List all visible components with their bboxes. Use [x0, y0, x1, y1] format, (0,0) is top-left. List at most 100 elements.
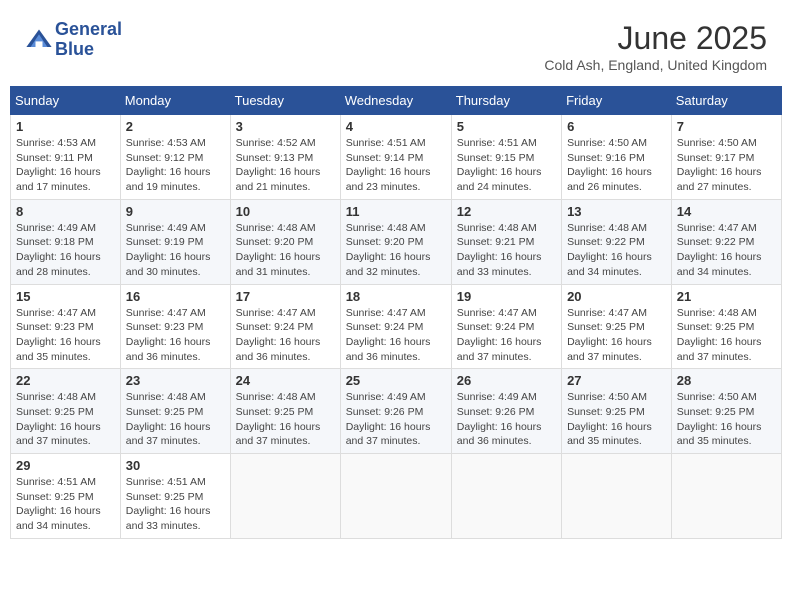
day-number: 7 [677, 119, 776, 134]
calendar-cell: 24 Sunrise: 4:48 AM Sunset: 9:25 PM Dayli… [230, 369, 340, 454]
calendar-table: SundayMondayTuesdayWednesdayThursdayFrid… [10, 86, 782, 539]
calendar-cell: 5Sunrise: 4:51 AM Sunset: 9:15 PM Daylig… [451, 115, 561, 200]
day-info: Sunrise: 4:51 AM Sunset: 9:15 PM Dayligh… [457, 136, 556, 195]
calendar-header-monday: Monday [120, 87, 230, 115]
calendar-cell: 9Sunrise: 4:49 AM Sunset: 9:19 PM Daylig… [120, 199, 230, 284]
day-info: Sunrise: 4:50 AM Sunset: 9:16 PM Dayligh… [567, 136, 666, 195]
calendar-cell: 20 Sunrise: 4:47 AM Sunset: 9:25 PM Dayli… [562, 284, 672, 369]
day-number: 16 [126, 289, 225, 304]
calendar-header-wednesday: Wednesday [340, 87, 451, 115]
day-number: 3 [236, 119, 335, 134]
calendar-cell: 10 Sunrise: 4:48 AM Sunset: 9:20 PM Dayli… [230, 199, 340, 284]
day-number: 23 [126, 373, 225, 388]
day-info: Sunrise: 4:47 AM Sunset: 9:23 PM Dayligh… [126, 306, 225, 365]
calendar-week-4: 22 Sunrise: 4:48 AM Sunset: 9:25 PM Dayli… [11, 369, 782, 454]
calendar-cell: 1 Sunrise: 4:53 AM Sunset: 9:11 PM Daylig… [11, 115, 121, 200]
calendar-cell: 28 Sunrise: 4:50 AM Sunset: 9:25 PM Dayli… [671, 369, 781, 454]
calendar-cell: 26Sunrise: 4:49 AM Sunset: 9:26 PM Dayli… [451, 369, 561, 454]
calendar-header-tuesday: Tuesday [230, 87, 340, 115]
day-number: 8 [16, 204, 115, 219]
day-number: 11 [346, 204, 446, 219]
day-info: Sunrise: 4:49 AM Sunset: 9:26 PM Dayligh… [346, 390, 446, 449]
calendar-cell: 25 Sunrise: 4:49 AM Sunset: 9:26 PM Dayli… [340, 369, 451, 454]
calendar-cell: 15 Sunrise: 4:47 AM Sunset: 9:23 PM Dayli… [11, 284, 121, 369]
calendar-week-1: 1 Sunrise: 4:53 AM Sunset: 9:11 PM Daylig… [11, 115, 782, 200]
day-number: 15 [16, 289, 115, 304]
day-info: Sunrise: 4:48 AM Sunset: 9:21 PM Dayligh… [457, 221, 556, 280]
calendar-cell: 2 Sunrise: 4:53 AM Sunset: 9:12 PM Daylig… [120, 115, 230, 200]
calendar-cell: 12 Sunrise: 4:48 AM Sunset: 9:21 PM Dayli… [451, 199, 561, 284]
calendar-cell: 30 Sunrise: 4:51 AM Sunset: 9:25 PM Dayli… [120, 454, 230, 539]
calendar-cell: 29 Sunrise: 4:51 AM Sunset: 9:25 PM Dayli… [11, 454, 121, 539]
day-number: 2 [126, 119, 225, 134]
calendar-cell: 14 Sunrise: 4:47 AM Sunset: 9:22 PM Dayli… [671, 199, 781, 284]
day-number: 20 [567, 289, 666, 304]
day-info: Sunrise: 4:48 AM Sunset: 9:25 PM Dayligh… [677, 306, 776, 365]
calendar-cell [562, 454, 672, 539]
calendar-cell: 6 Sunrise: 4:50 AM Sunset: 9:16 PM Daylig… [562, 115, 672, 200]
day-number: 10 [236, 204, 335, 219]
day-info: Sunrise: 4:53 AM Sunset: 9:12 PM Dayligh… [126, 136, 225, 195]
header: General Blue June 2025 Cold Ash, England… [10, 10, 782, 78]
day-info: Sunrise: 4:53 AM Sunset: 9:11 PM Dayligh… [16, 136, 115, 195]
calendar-cell: 21 Sunrise: 4:48 AM Sunset: 9:25 PM Dayli… [671, 284, 781, 369]
calendar-cell: 17Sunrise: 4:47 AM Sunset: 9:24 PM Dayli… [230, 284, 340, 369]
day-info: Sunrise: 4:48 AM Sunset: 9:25 PM Dayligh… [16, 390, 115, 449]
calendar-cell [340, 454, 451, 539]
day-info: Sunrise: 4:51 AM Sunset: 9:25 PM Dayligh… [16, 475, 115, 534]
day-info: Sunrise: 4:48 AM Sunset: 9:25 PM Dayligh… [236, 390, 335, 449]
calendar-header-row: SundayMondayTuesdayWednesdayThursdayFrid… [11, 87, 782, 115]
day-number: 28 [677, 373, 776, 388]
calendar-cell: 19 Sunrise: 4:47 AM Sunset: 9:24 PM Dayli… [451, 284, 561, 369]
day-number: 4 [346, 119, 446, 134]
calendar-cell: 13Sunrise: 4:48 AM Sunset: 9:22 PM Dayli… [562, 199, 672, 284]
day-number: 22 [16, 373, 115, 388]
day-info: Sunrise: 4:50 AM Sunset: 9:17 PM Dayligh… [677, 136, 776, 195]
day-info: Sunrise: 4:50 AM Sunset: 9:25 PM Dayligh… [567, 390, 666, 449]
day-info: Sunrise: 4:47 AM Sunset: 9:22 PM Dayligh… [677, 221, 776, 280]
calendar-cell: 8Sunrise: 4:49 AM Sunset: 9:18 PM Daylig… [11, 199, 121, 284]
title-area: June 2025 Cold Ash, England, United King… [544, 20, 767, 73]
day-number: 1 [16, 119, 115, 134]
calendar-week-5: 29 Sunrise: 4:51 AM Sunset: 9:25 PM Dayli… [11, 454, 782, 539]
day-info: Sunrise: 4:49 AM Sunset: 9:26 PM Dayligh… [457, 390, 556, 449]
day-number: 12 [457, 204, 556, 219]
logo: General Blue [25, 20, 122, 60]
day-info: Sunrise: 4:48 AM Sunset: 9:20 PM Dayligh… [346, 221, 446, 280]
day-number: 25 [346, 373, 446, 388]
day-info: Sunrise: 4:50 AM Sunset: 9:25 PM Dayligh… [677, 390, 776, 449]
day-info: Sunrise: 4:47 AM Sunset: 9:24 PM Dayligh… [346, 306, 446, 365]
day-number: 30 [126, 458, 225, 473]
day-number: 27 [567, 373, 666, 388]
day-info: Sunrise: 4:47 AM Sunset: 9:25 PM Dayligh… [567, 306, 666, 365]
day-number: 29 [16, 458, 115, 473]
calendar-cell: 4 Sunrise: 4:51 AM Sunset: 9:14 PM Daylig… [340, 115, 451, 200]
day-info: Sunrise: 4:48 AM Sunset: 9:25 PM Dayligh… [126, 390, 225, 449]
calendar-cell: 3 Sunrise: 4:52 AM Sunset: 9:13 PM Daylig… [230, 115, 340, 200]
calendar-cell: 18Sunrise: 4:47 AM Sunset: 9:24 PM Dayli… [340, 284, 451, 369]
calendar-cell [671, 454, 781, 539]
day-info: Sunrise: 4:48 AM Sunset: 9:20 PM Dayligh… [236, 221, 335, 280]
day-info: Sunrise: 4:47 AM Sunset: 9:24 PM Dayligh… [457, 306, 556, 365]
calendar-week-3: 15 Sunrise: 4:47 AM Sunset: 9:23 PM Dayli… [11, 284, 782, 369]
month-title: June 2025 [544, 20, 767, 57]
calendar-cell: 23 Sunrise: 4:48 AM Sunset: 9:25 PM Dayli… [120, 369, 230, 454]
calendar-cell: 7 Sunrise: 4:50 AM Sunset: 9:17 PM Daylig… [671, 115, 781, 200]
day-number: 24 [236, 373, 335, 388]
day-info: Sunrise: 4:51 AM Sunset: 9:14 PM Dayligh… [346, 136, 446, 195]
logo-icon [25, 26, 53, 54]
calendar-cell [230, 454, 340, 539]
calendar-week-2: 8Sunrise: 4:49 AM Sunset: 9:18 PM Daylig… [11, 199, 782, 284]
calendar-cell: 16 Sunrise: 4:47 AM Sunset: 9:23 PM Dayli… [120, 284, 230, 369]
day-info: Sunrise: 4:52 AM Sunset: 9:13 PM Dayligh… [236, 136, 335, 195]
day-number: 14 [677, 204, 776, 219]
location-subtitle: Cold Ash, England, United Kingdom [544, 57, 767, 73]
day-number: 21 [677, 289, 776, 304]
day-info: Sunrise: 4:51 AM Sunset: 9:25 PM Dayligh… [126, 475, 225, 534]
day-info: Sunrise: 4:47 AM Sunset: 9:23 PM Dayligh… [16, 306, 115, 365]
calendar-header-sunday: Sunday [11, 87, 121, 115]
day-number: 6 [567, 119, 666, 134]
day-number: 19 [457, 289, 556, 304]
calendar-header-thursday: Thursday [451, 87, 561, 115]
day-info: Sunrise: 4:48 AM Sunset: 9:22 PM Dayligh… [567, 221, 666, 280]
